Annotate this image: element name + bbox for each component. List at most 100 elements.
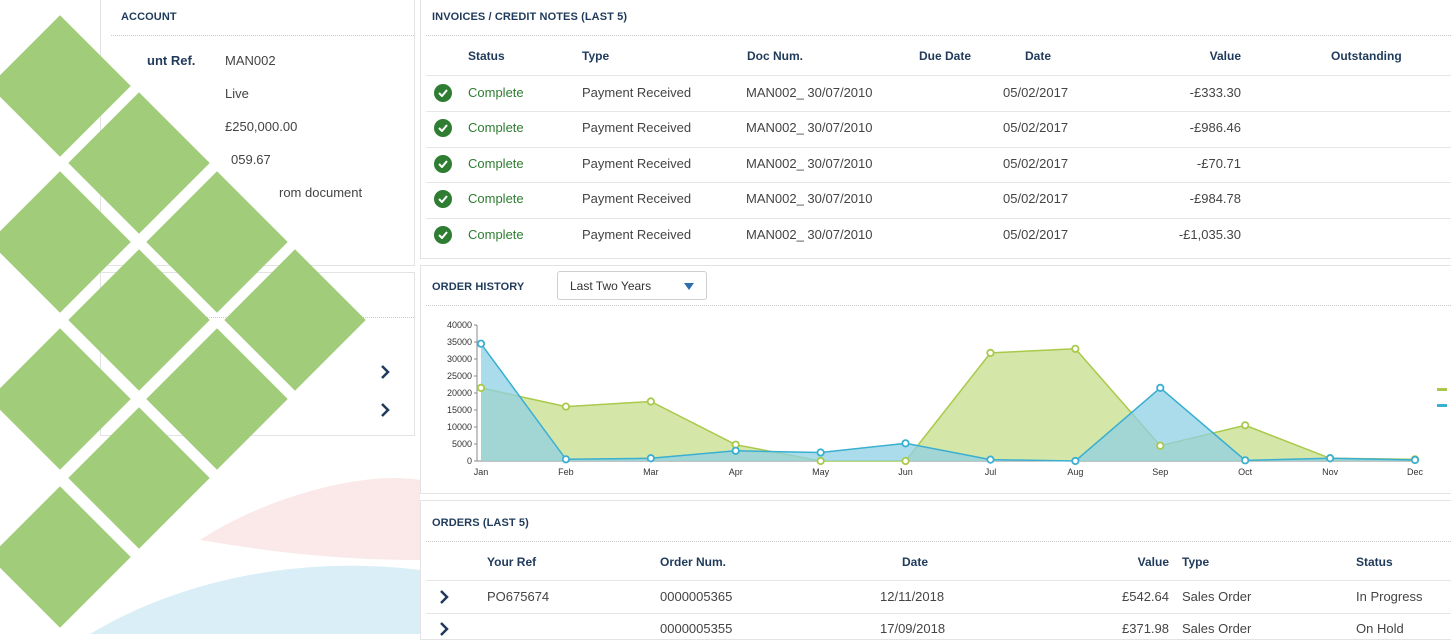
account-ref-value: MAN002 xyxy=(225,53,276,68)
invoice-type: Payment Received xyxy=(582,227,692,242)
account-ref-label: unt Ref. xyxy=(147,53,196,68)
order-value: £542.64 xyxy=(1122,589,1169,604)
invoice-doc-num[interactable]: MAN002_ 30/07/2010 xyxy=(746,85,872,100)
series-2-point xyxy=(1325,454,1335,463)
check-circle-icon xyxy=(434,155,452,173)
invoice-value: -£70.71 xyxy=(1196,156,1241,171)
account-status-value: Live xyxy=(225,86,249,101)
invoice-value: -£984.78 xyxy=(1189,191,1241,206)
y-tick-label: 35000 xyxy=(447,337,472,347)
check-circle-icon xyxy=(434,226,452,244)
series-1-point xyxy=(901,456,910,466)
y-tick-label: 10000 xyxy=(447,422,472,432)
series-2-point xyxy=(986,455,995,464)
series-2-point xyxy=(561,455,571,464)
x-tick-label: Apr xyxy=(729,467,743,477)
order-date: 12/11/2018 xyxy=(880,589,945,604)
col-value[interactable]: Value xyxy=(1141,49,1241,63)
col-status[interactable]: Status xyxy=(468,49,505,63)
x-tick-label: Jun xyxy=(898,467,913,477)
y-tick-label: 30000 xyxy=(447,354,472,364)
y-tick-label: 20000 xyxy=(447,388,472,398)
series-1-point xyxy=(561,402,571,411)
series-2-point xyxy=(1241,456,1250,465)
invoice-value: -£333.30 xyxy=(1189,85,1241,100)
chevron-right-icon[interactable] xyxy=(380,365,390,379)
col-your-ref[interactable]: Your Ref xyxy=(487,555,536,569)
chevron-right-icon[interactable] xyxy=(439,590,449,604)
invoice-date: 05/02/2017 xyxy=(1003,120,1069,135)
x-tick-label: Jan xyxy=(474,467,489,477)
col-order-num[interactable]: Order Num. xyxy=(660,555,726,569)
invoice-date: 05/02/2017 xyxy=(1003,156,1069,171)
x-tick-label: Aug xyxy=(1067,467,1083,477)
invoice-type: Payment Received xyxy=(582,85,692,100)
x-tick-label: May xyxy=(812,467,830,477)
series-2-point xyxy=(816,448,825,457)
chevron-right-icon[interactable] xyxy=(380,403,390,417)
y-tick-label: 0 xyxy=(467,456,472,466)
invoice-status: Complete xyxy=(468,85,524,100)
account-limit-value: £250,000.00 xyxy=(225,119,298,134)
legend-swatch-series-1 xyxy=(1437,388,1447,391)
series-1-point xyxy=(1156,441,1165,450)
col-type[interactable]: Type xyxy=(582,49,609,63)
invoice-status: Complete xyxy=(468,156,524,171)
order-num[interactable]: 0000005365 xyxy=(660,589,732,604)
invoice-status: Complete xyxy=(468,191,524,206)
series-2-point xyxy=(731,446,740,455)
invoice-doc-num[interactable]: MAN002_ 30/07/2010 xyxy=(746,156,872,171)
series-2-point xyxy=(1156,383,1165,393)
x-tick-label: Nov xyxy=(1322,467,1339,477)
series-1-point xyxy=(646,397,655,406)
check-circle-icon xyxy=(434,190,452,208)
invoices-title: INVOICES / CREDIT NOTES (LAST 5) xyxy=(432,11,628,23)
y-tick-label: 40000 xyxy=(447,320,472,330)
account-title: ACCOUNT xyxy=(121,11,177,23)
series-1-point xyxy=(476,383,486,393)
orders-panel: ORDERS (LAST 5) Your Ref Order Num. Date… xyxy=(420,500,1451,640)
col-doc-num[interactable]: Doc Num. xyxy=(747,49,803,63)
series-2-point xyxy=(901,439,910,448)
x-tick-label: Mar xyxy=(643,467,659,477)
col-due-date[interactable]: Due Date xyxy=(919,49,971,63)
series-1-point xyxy=(1071,344,1080,353)
series-1-area xyxy=(481,348,1415,461)
invoice-doc-num[interactable]: MAN002_ 30/07/2010 xyxy=(746,191,872,206)
invoice-type: Payment Received xyxy=(582,191,692,206)
series-1-point xyxy=(816,456,825,466)
y-tick-label: 25000 xyxy=(447,371,472,381)
invoice-doc-num[interactable]: MAN002_ 30/07/2010 xyxy=(746,120,872,135)
invoice-date: 05/02/2017 xyxy=(1003,85,1069,100)
invoice-value: -£986.46 xyxy=(1189,120,1241,135)
col-order-status[interactable]: Status xyxy=(1356,555,1393,569)
invoice-status: Complete xyxy=(468,227,524,242)
invoices-panel: INVOICES / CREDIT NOTES (LAST 5) Status … xyxy=(420,0,1451,259)
series-1-point xyxy=(1241,421,1250,430)
x-tick-label: Feb xyxy=(558,467,574,477)
col-order-value[interactable]: Value xyxy=(1071,555,1169,569)
series-2-point xyxy=(1410,455,1420,465)
col-date[interactable]: Date xyxy=(1025,49,1051,63)
x-tick-label: Sep xyxy=(1152,467,1168,477)
check-circle-icon xyxy=(434,84,452,102)
col-outstanding[interactable]: Outstanding xyxy=(1331,49,1402,63)
invoice-doc-num[interactable]: MAN002_ 30/07/2010 xyxy=(746,227,872,242)
y-tick-label: 15000 xyxy=(447,405,472,415)
order-your-ref: PO675674 xyxy=(487,589,550,604)
account-note-value: rom document xyxy=(279,185,363,200)
col-order-type[interactable]: Type xyxy=(1182,555,1209,569)
col-order-date[interactable]: Date xyxy=(902,555,928,569)
invoice-status: Complete xyxy=(468,120,524,135)
x-tick-label: Oct xyxy=(1238,467,1253,477)
x-tick-label: Dec xyxy=(1407,467,1424,477)
check-circle-icon xyxy=(434,119,452,137)
invoice-date: 05/02/2017 xyxy=(1003,227,1069,242)
invoice-type: Payment Received xyxy=(582,156,692,171)
caret-down-icon xyxy=(684,283,694,290)
orders-title: ORDERS (LAST 5) xyxy=(432,517,529,529)
series-2-point xyxy=(1071,456,1080,466)
range-select[interactable]: Last Two Years xyxy=(557,271,707,300)
range-select-value: Last Two Years xyxy=(570,279,652,293)
order-history-title: ORDER HISTORY xyxy=(432,281,525,293)
